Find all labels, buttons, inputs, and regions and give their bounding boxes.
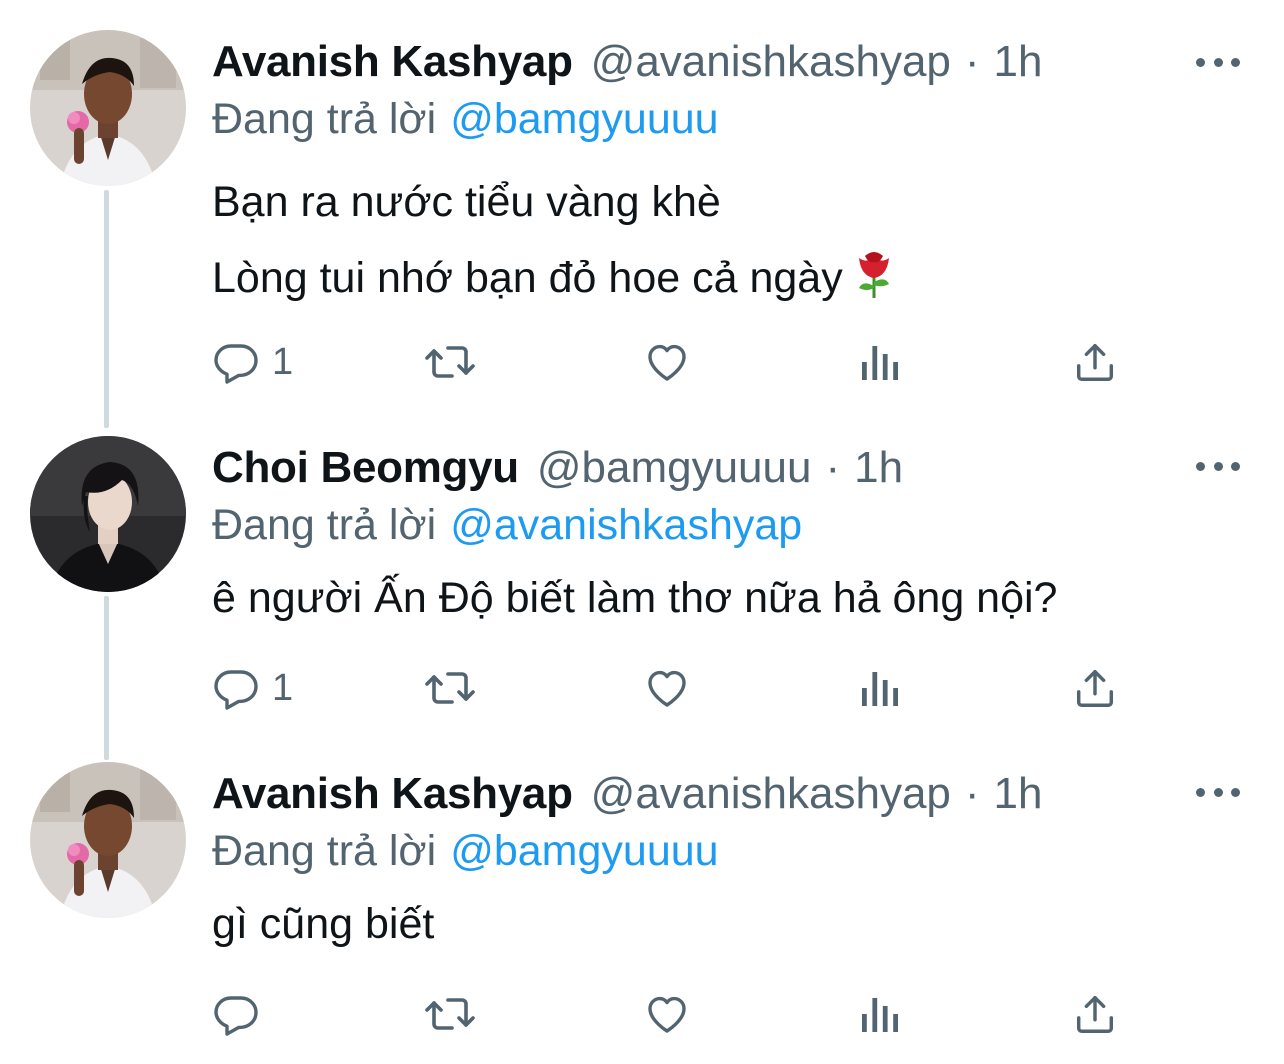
separator-dot: · <box>964 37 980 86</box>
reply-button[interactable]: 1 <box>212 660 293 716</box>
reply-icon <box>212 664 260 712</box>
mention-link[interactable]: @bamgyuuuu <box>450 827 718 875</box>
replying-to: Đang trả lời @bamgyuuuu <box>212 824 719 878</box>
tweet[interactable]: Avanish Kashyap @avanishkashyap · 1h Đan… <box>0 732 1284 1064</box>
share-button[interactable] <box>1072 986 1118 1042</box>
user-handle[interactable]: @avanishkashyap <box>591 34 951 90</box>
share-button[interactable] <box>1072 660 1118 716</box>
reply-button[interactable] <box>212 986 272 1042</box>
tweet-text-segment: Lòng tui nhớ bạn đỏ hoe cả ngày <box>212 254 843 302</box>
analytics-icon <box>858 664 902 712</box>
avatar[interactable] <box>30 30 186 186</box>
tweet[interactable]: Choi Beomgyu @bamgyuuuu · 1h Đang trả lờ… <box>0 406 1284 736</box>
tweet-actions <box>212 986 1132 1042</box>
like-button[interactable] <box>642 660 692 716</box>
reply-thread: Avanish Kashyap @avanishkashyap · 1h Đan… <box>0 0 1284 1064</box>
tweet-text-line: gì cũng biết <box>212 900 435 948</box>
tweet-header: Avanish Kashyap @avanishkashyap · 1h <box>212 766 1043 822</box>
analytics-icon <box>858 990 902 1038</box>
tweet-text: ê người Ấn Độ biết làm thơ nữa hả ông nộ… <box>212 560 1057 636</box>
replying-to: Đang trả lời @bamgyuuuu <box>212 92 719 146</box>
avatar[interactable] <box>30 762 186 918</box>
analytics-button[interactable] <box>858 334 902 390</box>
reply-count: 1 <box>272 340 294 383</box>
like-button[interactable] <box>642 986 692 1042</box>
timestamp[interactable]: 1h <box>994 766 1043 822</box>
reply-icon <box>212 338 260 386</box>
tweet-text-line: Lòng tui nhớ bạn đỏ hoe cả ngày <box>212 240 897 322</box>
tweet-header: Choi Beomgyu @bamgyuuuu · 1h <box>212 440 903 496</box>
separator-dot: · <box>964 769 980 818</box>
analytics-icon <box>858 338 902 386</box>
rose-emoji-icon <box>851 246 897 322</box>
user-handle[interactable]: @avanishkashyap <box>591 766 951 822</box>
tweet[interactable]: Avanish Kashyap @avanishkashyap · 1h Đan… <box>0 0 1284 410</box>
tweet-text-line: ê người Ấn Độ biết làm thơ nữa hả ông nộ… <box>212 574 1058 622</box>
retweet-icon <box>424 338 476 386</box>
more-icon[interactable] <box>1196 778 1240 806</box>
retweet-icon <box>424 990 476 1038</box>
timestamp[interactable]: 1h <box>994 34 1043 90</box>
replying-prefix: Đang trả lời <box>212 95 437 143</box>
share-icon <box>1072 338 1118 386</box>
replying-prefix: Đang trả lời <box>212 827 437 875</box>
like-button[interactable] <box>642 334 692 390</box>
tweet-actions: 1 <box>212 334 1132 390</box>
retweet-button[interactable] <box>424 986 476 1042</box>
reply-button[interactable]: 1 <box>212 334 293 390</box>
tweet-actions: 1 <box>212 660 1132 716</box>
separator-dot: · <box>825 443 841 492</box>
reply-icon <box>212 990 260 1038</box>
avatar[interactable] <box>30 436 186 592</box>
retweet-button[interactable] <box>424 660 476 716</box>
like-icon <box>642 338 692 386</box>
analytics-button[interactable] <box>858 986 902 1042</box>
display-name[interactable]: Avanish Kashyap <box>212 34 573 90</box>
reply-count: 1 <box>272 666 294 709</box>
tweet-text: gì cũng biết <box>212 886 434 962</box>
tweet-text-line: Bạn ra nước tiểu vàng khè <box>212 178 721 226</box>
share-button[interactable] <box>1072 334 1118 390</box>
retweet-icon <box>424 664 476 712</box>
like-icon <box>642 990 692 1038</box>
analytics-button[interactable] <box>858 660 902 716</box>
tweet-header: Avanish Kashyap @avanishkashyap · 1h <box>212 34 1043 90</box>
retweet-button[interactable] <box>424 334 476 390</box>
share-icon <box>1072 664 1118 712</box>
user-handle[interactable]: @bamgyuuuu <box>537 440 812 496</box>
display-name[interactable]: Choi Beomgyu <box>212 440 519 496</box>
tweet-text: Bạn ra nước tiểu vàng khè Lòng tui nhớ b… <box>212 164 897 322</box>
more-icon[interactable] <box>1196 452 1240 480</box>
replying-to: Đang trả lời @avanishkashyap <box>212 498 802 552</box>
timestamp[interactable]: 1h <box>854 440 903 496</box>
mention-link[interactable]: @bamgyuuuu <box>450 95 718 143</box>
display-name[interactable]: Avanish Kashyap <box>212 766 573 822</box>
like-icon <box>642 664 692 712</box>
mention-link[interactable]: @avanishkashyap <box>450 501 802 549</box>
share-icon <box>1072 990 1118 1038</box>
more-icon[interactable] <box>1196 48 1240 76</box>
replying-prefix: Đang trả lời <box>212 501 437 549</box>
